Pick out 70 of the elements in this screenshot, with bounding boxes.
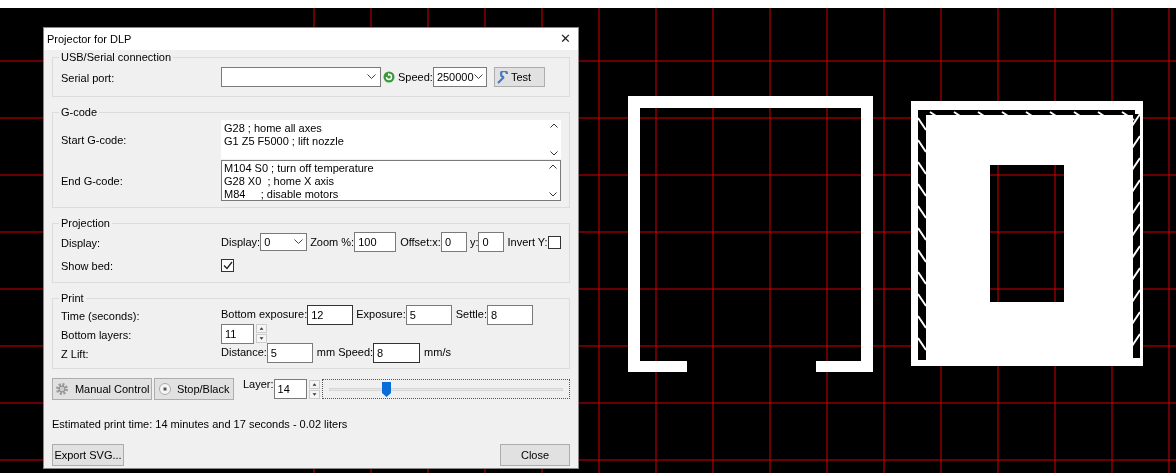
- field-label: Zoom %:: [310, 235, 355, 249]
- field-label: Time (seconds):: [61, 309, 140, 322]
- refresh-icon[interactable]: [383, 71, 395, 83]
- close-button[interactable]: Close: [500, 444, 570, 466]
- field-label: Speed:: [338, 346, 374, 359]
- field-label: Layer:: [242, 378, 274, 391]
- zoom-input[interactable]: 100: [354, 232, 397, 252]
- layer-input[interactable]: 14: [273, 379, 307, 399]
- bottom-layers-input[interactable]: 11: [221, 323, 254, 344]
- slider-thumb[interactable]: [381, 382, 391, 398]
- bottom-exposure-input[interactable]: 12: [307, 304, 354, 325]
- scroll-down-icon[interactable]: [549, 191, 557, 197]
- stop-button[interactable]: Stop/Black: [154, 378, 234, 400]
- exposure-input[interactable]: 5: [405, 304, 452, 325]
- stop-icon: [158, 383, 171, 395]
- field-label: Exposure:: [356, 308, 406, 321]
- lift-speed-input[interactable]: 8: [373, 342, 421, 363]
- field-label: Bottom exposure:: [221, 308, 308, 321]
- code-line: M104 S0 ; turn off temperature: [224, 161, 375, 175]
- chevron-down-icon: [294, 239, 304, 245]
- status-text: Estimated print time: 14 minutes and 17 seconds - 0.02 liters: [52, 418, 348, 430]
- code-line: G28 X0 ; home X axis: [224, 174, 336, 188]
- end-gcode-textarea[interactable]: M104 S0 ; turn off temperature G28 X0 ; home X axis M84 ; disable motors: [221, 159, 561, 201]
- field-label: Bottom layers:: [61, 328, 132, 341]
- export-svg-button[interactable]: Export SVG...: [52, 444, 124, 466]
- field-label: y:: [469, 235, 479, 249]
- chevron-down-icon: [473, 74, 483, 80]
- distance-input[interactable]: 5: [266, 342, 313, 363]
- field-label: Display:: [221, 235, 261, 249]
- field-label: Serial port:: [61, 72, 115, 84]
- show-bed-checkbox[interactable]: [221, 258, 234, 272]
- start-gcode-textarea[interactable]: G28 ; home all axes G1 Z5 F5000 ; lift nozzle: [221, 119, 561, 159]
- field-label: Offset:x:: [400, 235, 441, 249]
- scroll-up-icon[interactable]: [549, 163, 557, 169]
- settle-input[interactable]: 8: [486, 304, 533, 325]
- speed-dropdown[interactable]: 250000: [432, 67, 487, 87]
- group-title: Print: [60, 292, 85, 305]
- spinner-buttons[interactable]: [256, 324, 267, 343]
- field-label: End G-code:: [61, 175, 123, 187]
- field-label: Display:: [61, 237, 101, 249]
- unit-label: mm: [316, 346, 336, 359]
- group-title: USB/Serial connection: [60, 51, 173, 64]
- scroll-down-icon[interactable]: [550, 150, 558, 156]
- field-label: Settle:: [455, 308, 487, 321]
- window-title: Projector for DLP: [47, 32, 132, 46]
- wrench-icon: [496, 70, 510, 84]
- chevron-down-icon: [367, 74, 376, 80]
- code-line: G28 ; home all axes: [224, 121, 323, 135]
- unit-label: mm/s: [424, 346, 451, 359]
- layer-slider[interactable]: [321, 379, 570, 399]
- field-label: Invert Y:: [507, 235, 548, 249]
- spinner-buttons[interactable]: [308, 379, 320, 399]
- field-label: Z Lift:: [61, 347, 89, 360]
- manual-control-button[interactable]: Manual Control: [52, 378, 153, 400]
- invert-y-checkbox[interactable]: [547, 235, 561, 249]
- group-title: G-code: [60, 106, 99, 119]
- offset-y-input[interactable]: 0: [478, 232, 505, 252]
- code-line: M84 ; disable motors: [224, 187, 340, 201]
- test-button[interactable]: Test: [493, 67, 545, 87]
- field-label: Distance:: [221, 346, 267, 359]
- code-line: G1 Z5 F5000 ; lift nozzle: [224, 134, 345, 148]
- offset-x-input[interactable]: 0: [440, 232, 467, 252]
- display-dropdown[interactable]: 0: [260, 233, 308, 251]
- field-label: Start G-code:: [61, 134, 127, 146]
- field-label: Show bed:: [61, 260, 113, 272]
- group-title: Projection: [60, 217, 111, 230]
- serial-port-dropdown[interactable]: [221, 67, 381, 87]
- scroll-up-icon[interactable]: [550, 122, 558, 128]
- gear-icon: [54, 382, 69, 396]
- field-label: Speed:: [398, 70, 433, 84]
